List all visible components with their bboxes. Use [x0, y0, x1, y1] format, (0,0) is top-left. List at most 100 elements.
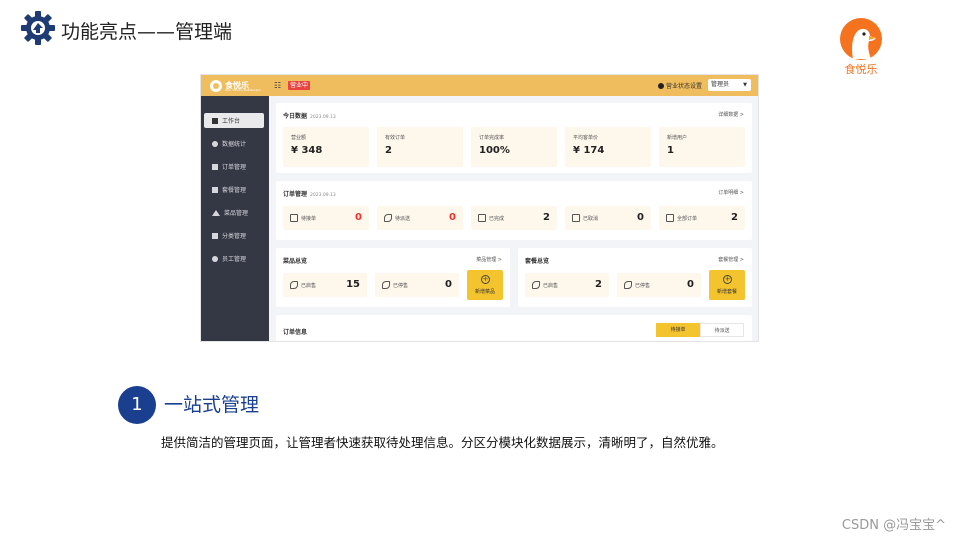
menu-toggle-icon[interactable]: ☷	[274, 81, 281, 90]
dish-off-label: 已停售	[393, 283, 409, 289]
delivery-icon	[384, 214, 392, 222]
point-number-badge: 1	[118, 386, 156, 424]
order-tile-count: 0	[449, 212, 456, 223]
order-tile-count: 0	[355, 212, 362, 223]
setmeal-on-sale-tile[interactable]: 已启售 2	[525, 273, 609, 297]
order-tile-label: 待接单	[301, 216, 317, 222]
orders-title: 订单管理 2023.09.13	[283, 191, 336, 198]
setmeal-off-sale-tile[interactable]: 已停售 0	[617, 273, 701, 297]
dish-off-count: 0	[445, 279, 452, 290]
sidebar-item-label: 工作台	[222, 118, 241, 125]
sidebar-item-dishes[interactable]: 菜品管理	[204, 205, 264, 220]
sidebar-item-label: 菜品管理	[224, 210, 249, 217]
dish-icon	[212, 209, 220, 216]
add-dish-button[interactable]: + 新增菜品	[467, 270, 503, 300]
order-icon	[212, 163, 218, 170]
duck-logo-icon	[840, 18, 882, 60]
order-tile-cancelled[interactable]: 已取消 0	[565, 206, 651, 230]
done-icon	[478, 214, 486, 222]
order-tile-all[interactable]: 全部订单 2	[659, 206, 745, 230]
order-tile-label: 已取消	[583, 216, 599, 222]
sidebar-item-statistics[interactable]: 数据统计	[204, 136, 264, 151]
sidebar-item-setmeals[interactable]: 套餐管理	[204, 182, 264, 197]
caret-down-icon: ▼	[743, 82, 747, 88]
status-dot-icon	[658, 82, 664, 89]
slide-title: 功能亮点——管理端	[61, 21, 233, 43]
tag-icon	[532, 281, 540, 289]
tag-off-icon	[382, 281, 390, 289]
stat-label: 订单完成率	[479, 135, 505, 141]
shop-status-setting[interactable]: 营业状态设置	[658, 81, 702, 90]
today-title: 今日数据 2023.09.13	[283, 113, 336, 120]
order-tile-pending[interactable]: 待接单 0	[283, 206, 369, 230]
cancel-icon	[572, 214, 580, 222]
order-tile-count: 2	[731, 212, 738, 223]
stat-tile-revenue: 营业额 ¥ 348	[283, 127, 369, 167]
order-tile-count: 2	[543, 212, 550, 223]
stat-value: 2	[385, 145, 392, 156]
point-title: 一站式管理	[164, 394, 260, 416]
setmeal-on-label: 已启售	[543, 283, 559, 289]
dishes-title: 菜品总览	[283, 258, 308, 265]
dish-overview-card: 菜品总览 菜品管理 > 已启售 15 已停售 0 + 新增菜品	[276, 248, 510, 307]
brand-logo: 食悦乐	[836, 17, 886, 77]
user-label: 管理员	[711, 81, 730, 88]
add-setmeal-button[interactable]: + 新增套餐	[709, 270, 745, 300]
stat-value: 1	[667, 145, 674, 156]
sidebar-item-categories[interactable]: 分类管理	[204, 228, 264, 243]
stat-label: 营业额	[291, 135, 307, 141]
dish-on-sale-tile[interactable]: 已启售 15	[283, 273, 367, 297]
user-dropdown[interactable]: 管理员 ▼	[708, 79, 751, 91]
orders-date: 2023.09.13	[310, 193, 336, 198]
dish-on-count: 15	[346, 279, 360, 290]
order-tile-label: 已完成	[489, 216, 505, 222]
stat-label: 平均客单价	[573, 135, 599, 141]
order-tile-completed[interactable]: 已完成 2	[471, 206, 557, 230]
order-tile-count: 0	[637, 212, 644, 223]
tag-off-icon	[624, 281, 632, 289]
plus-circle-icon: +	[723, 275, 732, 284]
brand-mark-icon	[210, 79, 222, 92]
tab-pending-orders[interactable]: 待接单	[656, 323, 700, 337]
category-icon	[212, 232, 218, 239]
setmeal-off-count: 0	[687, 279, 694, 290]
dish-management-link[interactable]: 菜品管理 >	[476, 256, 502, 263]
order-tile-label: 全部订单	[677, 216, 698, 222]
admin-topbar: 食悦乐 Ohh Yummy Restaurant ☷ 营业中 营业状态设置 管理…	[201, 75, 758, 96]
today-data-card: 今日数据 2023.09.13 详细数据 > 营业额 ¥ 348 有效订单 2 订…	[276, 103, 752, 173]
today-date: 2023.09.13	[310, 115, 336, 120]
admin-brand-sub: Ohh Yummy Restaurant	[225, 88, 261, 92]
receipt-icon	[290, 214, 298, 222]
sidebar-item-label: 数据统计	[222, 141, 247, 148]
order-detail-link[interactable]: 订单明细 >	[718, 189, 744, 196]
logo-text: 食悦乐	[844, 63, 878, 76]
status-badge: 营业中	[288, 81, 311, 90]
setmeal-on-count: 2	[595, 279, 602, 290]
watermark: CSDN @冯宝宝^	[841, 518, 946, 533]
point-description: 提供简洁的管理页面，让管理者快速获取待处理信息。分区分模块化数据展示，清晰明了，…	[161, 435, 724, 450]
stat-tile-new-users: 新增用户 1	[659, 127, 745, 167]
sidebar-item-label: 员工管理	[222, 256, 247, 263]
tab-to-deliver[interactable]: 待派送	[700, 323, 744, 337]
stat-tile-avg-price: 平均客单价 ¥ 174	[565, 127, 651, 167]
dish-off-sale-tile[interactable]: 已停售 0	[375, 273, 459, 297]
home-icon	[212, 117, 218, 124]
order-tile-to-deliver[interactable]: 待派送 0	[377, 206, 463, 230]
list-icon	[666, 214, 674, 222]
detail-data-link[interactable]: 详细数据 >	[718, 111, 744, 118]
stat-label: 有效订单	[385, 135, 406, 141]
stat-value: 100%	[479, 145, 510, 156]
sidebar-item-orders[interactable]: 订单管理	[204, 159, 264, 174]
sidebar-item-workbench[interactable]: 工作台	[204, 113, 264, 128]
setmeal-management-link[interactable]: 套餐管理 >	[718, 256, 744, 263]
tag-icon	[290, 281, 298, 289]
order-tile-label: 待派送	[395, 216, 411, 222]
sidebar-item-label: 套餐管理	[222, 187, 247, 194]
setmeal-overview-card: 套餐总览 套餐管理 > 已启售 2 已停售 0 + 新增套餐	[518, 248, 752, 307]
add-dish-label: 新增菜品	[474, 289, 495, 295]
setmeal-icon	[212, 186, 218, 193]
add-setmeal-label: 新增套餐	[716, 289, 737, 295]
order-info-title: 订单信息	[283, 329, 308, 336]
stat-tile-completion-rate: 订单完成率 100%	[471, 127, 557, 167]
sidebar-item-employees[interactable]: 员工管理	[204, 251, 264, 266]
